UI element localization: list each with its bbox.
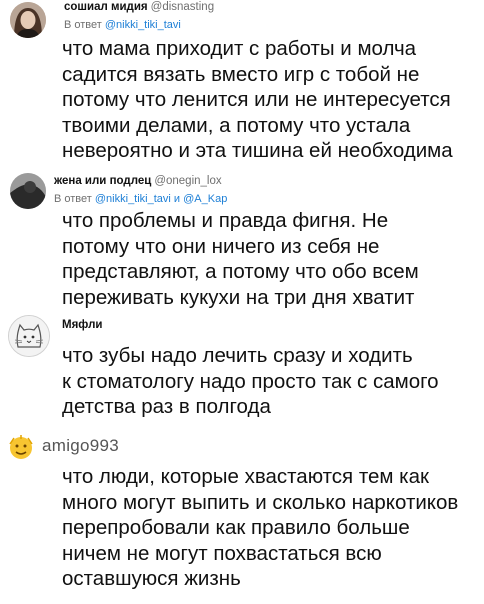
user-avatar[interactable]	[6, 432, 36, 462]
user-avatar[interactable]	[10, 173, 46, 209]
text-line: ничем не могут похвастаться всю	[62, 541, 382, 565]
text-line: что проблемы и правда фигня. Не	[62, 209, 389, 232]
author-name[interactable]: сошиал мидия	[64, 1, 148, 13]
user-avatar[interactable]	[8, 315, 50, 357]
text-line: невероятно и эта тишина ей необходима	[62, 139, 453, 162]
reply-mention-link[interactable]: @nikki_tiki_tavi и @A_Kap	[95, 193, 227, 205]
yellow-emoji-icon	[9, 435, 33, 459]
author-name[interactable]: жена или подлец	[54, 175, 151, 187]
text-line: что зубы надо лечить сразу и ходить	[62, 344, 413, 367]
text-line: детства раз в полгода	[62, 395, 271, 418]
comment-text: что проблемы и правда фигня. Не потому ч…	[62, 208, 419, 310]
author-line: Мяфли	[62, 319, 102, 331]
reply-info: В ответ @nikki_tiki_tavi и @A_Kap	[54, 193, 254, 205]
author-name[interactable]: Мяфли	[62, 319, 102, 331]
comment-post: жена или подлец @onegin_lox В ответ @nikk…	[0, 165, 484, 310]
comment-post: Мяфли что зубы надо лечить сразу и ходит…	[0, 307, 484, 422]
text-line: оставшуюся жизнь	[62, 567, 241, 590]
reply-info: В ответ @nikki_tiki_tavi	[64, 19, 181, 31]
cat-sketch-icon	[9, 316, 49, 356]
comment-text: что мама приходит с работы и молча садит…	[62, 36, 453, 164]
dark-photo-icon	[10, 173, 46, 209]
author-name[interactable]: amigo993	[42, 436, 119, 455]
text-line: перепробовали как правило больше	[62, 516, 410, 539]
comment-post: сошиал мидия @disnasting В ответ @nikki_t…	[0, 0, 484, 165]
reply-mention-link[interactable]: @nikki_tiki_tavi	[105, 19, 181, 31]
comment-post: amigo993 что люди, которые хвастаются те…	[0, 422, 484, 604]
text-line: к стоматологу надо просто так с самого	[62, 369, 439, 393]
comment-text: что люди, которые хвастаются тем как мно…	[62, 464, 458, 592]
user-avatar[interactable]	[10, 2, 46, 38]
text-line: представляют, а потому что обо всем	[62, 260, 419, 283]
reply-prefix: В ответ	[64, 19, 102, 31]
text-line: потому что ленится или не интересуется	[62, 88, 451, 111]
text-line: много могут выпить и сколько наркотиков	[62, 490, 459, 514]
author-handle[interactable]: @onegin_lox	[154, 175, 221, 187]
text-line: что мама приходит с работы и молча	[62, 37, 417, 60]
author-line: жена или подлец @onegin_lox	[54, 175, 222, 187]
comment-text: что зубы надо лечить сразу и ходить к ст…	[62, 343, 439, 420]
text-line: потому что они ничего из себя не	[62, 234, 380, 258]
author-handle[interactable]: @disnasting	[151, 1, 214, 13]
text-line: что люди, которые хвастаются тем как	[62, 465, 429, 488]
author-line: amigo993	[42, 436, 119, 456]
text-line: твоими делами, а потому что устала	[62, 113, 411, 137]
reply-prefix: В ответ	[54, 193, 92, 205]
text-line: садится вязать вместо игр с тобой не	[62, 62, 420, 86]
author-line: сошиал мидия @disnasting	[64, 1, 214, 13]
woman-portrait-icon	[10, 2, 46, 38]
